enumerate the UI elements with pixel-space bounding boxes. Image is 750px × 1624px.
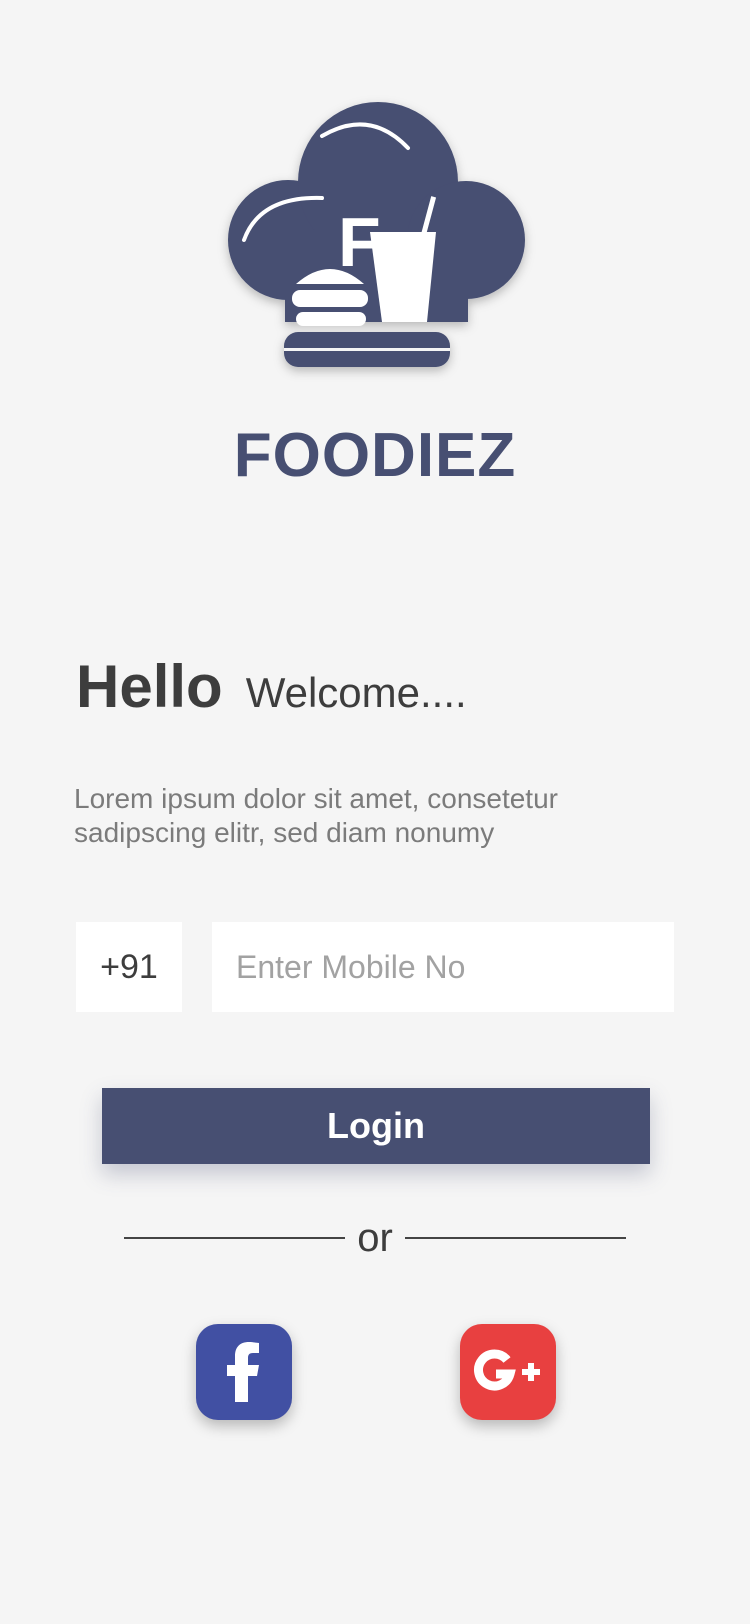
divider-line-left	[124, 1237, 346, 1239]
mobile-number-input[interactable]	[212, 922, 674, 1012]
login-screen: F FOODIEZ Hello Welcome.... Lorem ipsum …	[0, 0, 750, 1624]
divider-text: or	[357, 1216, 393, 1260]
hello-heading: Hello	[76, 653, 223, 720]
facebook-login-button[interactable]	[196, 1324, 292, 1420]
google-plus-icon	[474, 1349, 540, 1391]
welcome-text: Welcome....	[245, 669, 467, 716]
or-divider: or	[124, 1214, 627, 1262]
description-text: Lorem ipsum dolor sit amet, consetetur s…	[74, 783, 558, 848]
app-logo: F	[228, 100, 525, 390]
country-code-selector[interactable]: +91	[76, 922, 182, 1012]
chef-hat-icon: F	[228, 102, 525, 367]
login-button[interactable]: Login	[102, 1088, 650, 1164]
app-name: FOODIEZ	[233, 421, 517, 490]
greeting: Hello Welcome....	[76, 652, 467, 721]
google-plus-login-button[interactable]	[460, 1324, 556, 1420]
divider-line-right	[404, 1237, 627, 1239]
facebook-icon	[227, 1342, 259, 1402]
